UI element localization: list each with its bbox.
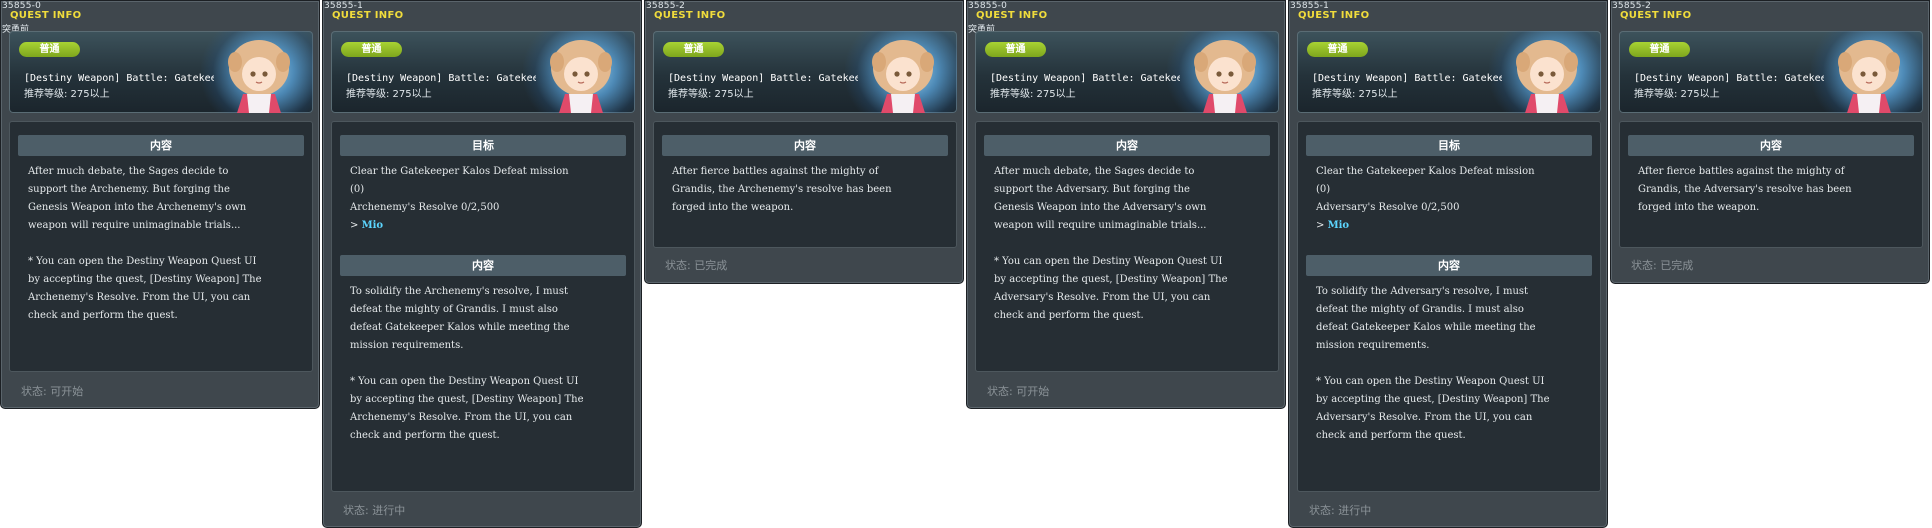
quest-info-window: 35855-0 QUEST INFO 突勇前 普通 [Destiny Weapo… [0,0,320,409]
quest-title: [Destiny Weapon] Battle: Gatekeeper Kalo… [668,73,858,84]
recommended-level: 推荐等级: 275以上 [1312,89,1398,100]
quest-status: 状态: 已完成 [665,259,728,272]
quest-body: 目标 Clear the Gatekeeper Kalos Defeat mis… [1297,121,1601,492]
section-header-content: 内容 [1628,135,1914,156]
quest-header: 普通 [Destiny Weapon] Battle: Gatekeeper K… [1297,31,1601,113]
window-title: QUEST INFO [1620,10,1692,21]
quest-type-badge: 普通 [1629,42,1690,57]
quest-type-badge: 普通 [663,42,724,57]
npc-link[interactable]: Mio [362,220,384,231]
npc-link[interactable]: Mio [1328,220,1350,231]
recommended-level: 推荐等级: 275以上 [1634,89,1720,100]
quest-description: After fierce battles against the mighty … [1638,166,1852,213]
section-header-content: 内容 [984,135,1270,156]
quest-info-window: 35855-2 QUEST INFO 普通 [Destiny Weapon] B… [1610,0,1930,284]
quest-header: 普通 [Destiny Weapon] Battle: Gatekeeper K… [331,31,635,113]
quest-header: 普通 [Destiny Weapon] Battle: Gatekeeper K… [1619,31,1923,113]
arrow-icon: > [350,220,362,231]
npc-portrait-icon [1838,40,1900,113]
recommended-level: 推荐等级: 275以上 [990,89,1076,100]
section-header-content: 内容 [18,135,304,156]
quest-description: To solidify the Adversary's resolve, I m… [1316,286,1550,441]
quest-info-window: 35855-0 QUEST INFO 突勇前 普通 [Destiny Weapo… [966,0,1286,409]
npc-portrait-icon [1194,40,1256,113]
recommended-level: 推荐等级: 275以上 [346,89,432,100]
window-title: QUEST INFO [654,10,726,21]
goal-npc-row: > Mio [1316,217,1596,235]
recommended-level: 推荐等级: 275以上 [668,89,754,100]
quest-type-badge: 普通 [985,42,1046,57]
section-header-content: 内容 [662,135,948,156]
quest-body: 内容 After much debate, the Sages decide t… [9,121,313,372]
window-title: QUEST INFO [1298,10,1370,21]
recommended-level: 推荐等级: 275以上 [24,89,110,100]
quest-body: 目标 Clear the Gatekeeper Kalos Defeat mis… [331,121,635,492]
window-title: QUEST INFO [332,10,404,21]
quest-title: [Destiny Weapon] Battle: Gatekeeper Kalo… [990,73,1180,84]
section-header-goal: 目标 [1306,135,1592,156]
quest-info-window: 35855-2 QUEST INFO 普通 [Destiny Weapon] B… [644,0,964,284]
goal-line: Adversary's Resolve 0/2,500 [1316,202,1460,213]
quest-description: After much debate, the Sages decide to s… [28,166,262,321]
quest-body: 内容 After much debate, the Sages decide t… [975,121,1279,372]
quest-status: 状态: 进行中 [1309,504,1372,517]
npc-portrait-icon [1516,40,1578,113]
quest-status: 状态: 进行中 [343,504,406,517]
goal-line: Clear the Gatekeeper Kalos Defeat missio… [1316,166,1535,177]
quest-status: 状态: 可开始 [21,385,84,398]
quest-type-badge: 普通 [1307,42,1368,57]
quest-description: To solidify the Archenemy's resolve, I m… [350,286,584,441]
quest-body: 内容 After fierce battles against the migh… [653,121,957,248]
quest-title: [Destiny Weapon] Battle: Gatekeeper Kalo… [1634,73,1824,84]
npc-portrait-icon [228,40,290,113]
section-header-content: 内容 [340,255,626,276]
quest-description: After much debate, the Sages decide to s… [994,166,1228,321]
quest-header: 普通 [Destiny Weapon] Battle: Gatekeeper K… [653,31,957,113]
section-header-goal: 目标 [340,135,626,156]
quest-title: [Destiny Weapon] Battle: Gatekeeper Kalo… [1312,73,1502,84]
quest-title: [Destiny Weapon] Battle: Gatekeeper Kalo… [24,73,214,84]
quest-header: 普通 [Destiny Weapon] Battle: Gatekeeper K… [9,31,313,113]
npc-portrait-icon [872,40,934,113]
npc-portrait-icon [550,40,612,113]
goal-line: (0) [1316,184,1331,195]
quest-status: 状态: 可开始 [987,385,1050,398]
goal-npc-row: > Mio [350,217,630,235]
quest-type-badge: 普通 [341,42,402,57]
arrow-icon: > [1316,220,1328,231]
window-title: QUEST INFO [10,10,82,21]
quest-body: 内容 After fierce battles against the migh… [1619,121,1923,248]
goal-line: Archenemy's Resolve 0/2,500 [350,202,500,213]
goal-line: Clear the Gatekeeper Kalos Defeat missio… [350,166,569,177]
quest-info-window: 35855-1 QUEST INFO 普通 [Destiny Weapon] B… [1288,0,1608,528]
section-header-content: 内容 [1306,255,1592,276]
quest-info-window: 35855-1 QUEST INFO 普通 [Destiny Weapon] B… [322,0,642,528]
quest-type-badge: 普通 [19,42,80,57]
goal-line: (0) [350,184,365,195]
quest-header: 普通 [Destiny Weapon] Battle: Gatekeeper K… [975,31,1279,113]
window-title: QUEST INFO [976,10,1048,21]
quest-title: [Destiny Weapon] Battle: Gatekeeper Kalo… [346,73,536,84]
quest-description: After fierce battles against the mighty … [672,166,892,213]
quest-status: 状态: 已完成 [1631,259,1694,272]
